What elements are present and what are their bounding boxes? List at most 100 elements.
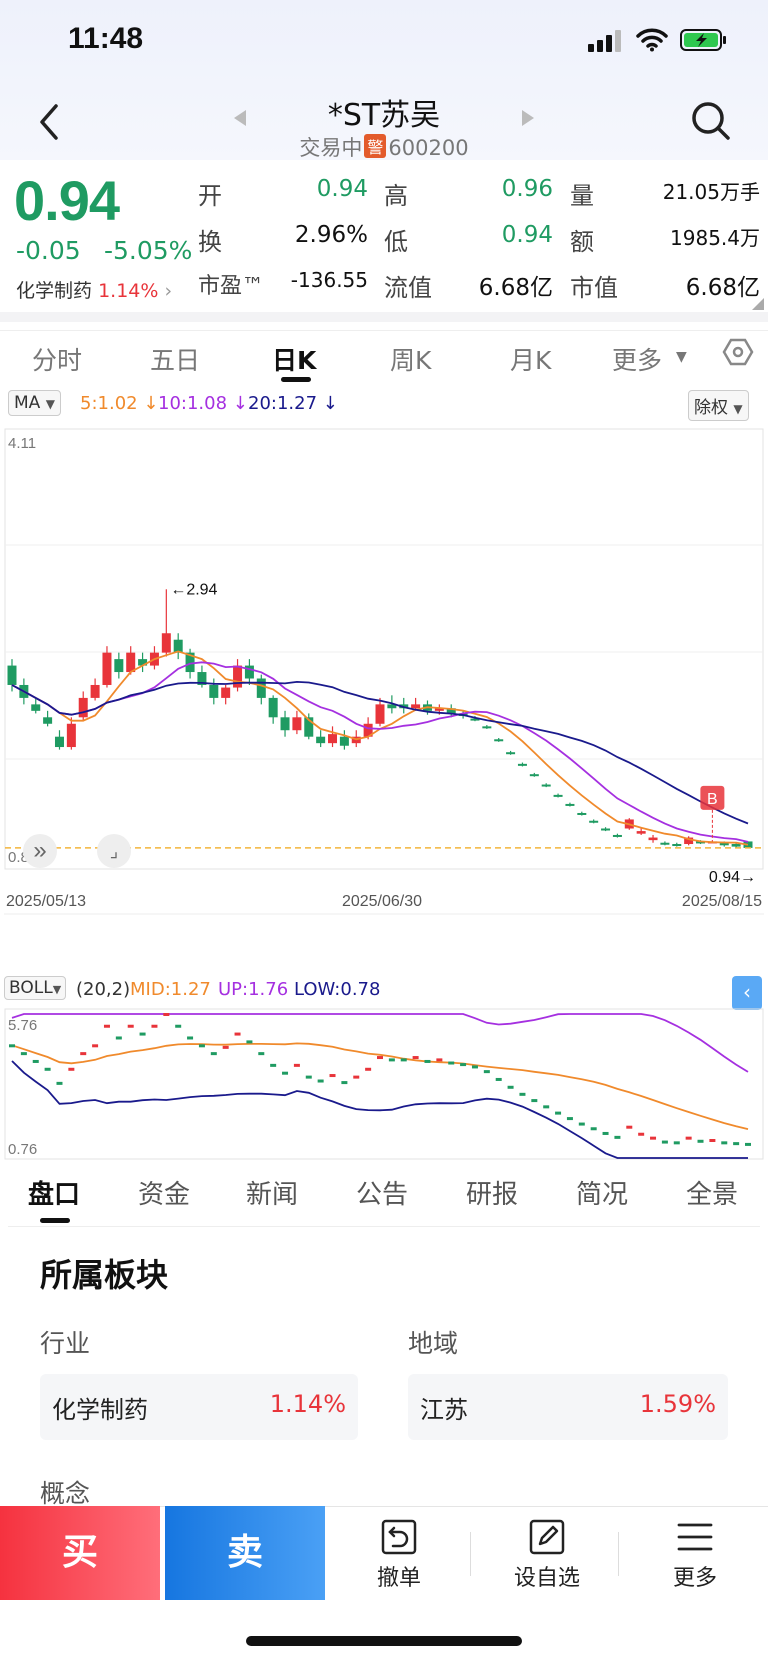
- boll-price-mark: [353, 1075, 360, 1079]
- quote-value: 1985.4万: [670, 226, 760, 250]
- candle-body: [31, 704, 41, 711]
- caret-down-icon: ▼: [45, 397, 55, 411]
- tab-sub-3[interactable]: 公告: [356, 1174, 408, 1211]
- boll-chart[interactable]: 5.76 0.76: [4, 1008, 764, 1160]
- trade-status: 交易中: [299, 136, 363, 160]
- settings-hexagon-icon[interactable]: [722, 336, 754, 368]
- candle-body: [161, 633, 171, 653]
- adjust-selector[interactable]: 除权 ▼: [688, 390, 749, 421]
- boll-price-mark: [471, 1065, 478, 1069]
- tab-kline-4[interactable]: 月K: [510, 341, 551, 377]
- back-arrow-icon[interactable]: [30, 100, 70, 144]
- edit-icon: [529, 1519, 565, 1555]
- region-label: 地域: [408, 1329, 459, 1358]
- boll-price-mark: [543, 1105, 550, 1109]
- boll-price-mark: [388, 1058, 395, 1062]
- expand-corner-icon[interactable]: [752, 298, 764, 310]
- tab-sub-5[interactable]: 简况: [576, 1174, 628, 1211]
- tab-sub-6[interactable]: 全景: [686, 1174, 738, 1211]
- buy-marker-label: B: [707, 791, 718, 808]
- region-card[interactable]: 江苏 1.59%: [408, 1374, 728, 1440]
- boll-price-mark: [555, 1111, 562, 1115]
- boll-price-mark: [590, 1127, 597, 1131]
- sector-link[interactable]: 化学制药 1.14% ›: [16, 276, 172, 303]
- tab-kline-3[interactable]: 周K: [390, 341, 431, 377]
- quote-label: 额: [570, 228, 594, 256]
- candle-body: [529, 774, 539, 777]
- tab-kline-1[interactable]: 五日: [150, 341, 200, 377]
- quote-label: 低: [384, 228, 408, 256]
- down-arrow-icon: ↓: [227, 393, 248, 414]
- candle-body: [648, 837, 658, 841]
- boll-price-mark: [697, 1139, 704, 1143]
- quote-value: 6.68亿: [478, 275, 553, 301]
- boll-price-mark: [341, 1081, 348, 1085]
- quote-label: 开: [198, 182, 222, 210]
- boll-price-mark: [495, 1077, 502, 1081]
- boll-price-mark: [20, 1052, 27, 1056]
- ma-selector[interactable]: MA ▼: [8, 390, 61, 416]
- quote-value: 6.68亿: [685, 275, 760, 301]
- divider: [470, 1532, 471, 1576]
- cancel-order-button[interactable]: 撤单: [344, 1518, 454, 1592]
- tab-sub-1[interactable]: 资金: [138, 1174, 190, 1211]
- tab-sub-2[interactable]: 新闻: [246, 1174, 298, 1211]
- sector-name: 化学制药: [16, 280, 93, 302]
- boll-price-mark: [32, 1059, 39, 1063]
- chart-frame: [4, 1008, 764, 1160]
- buy-button[interactable]: 买: [0, 1506, 160, 1600]
- boll-price-mark: [56, 1081, 63, 1085]
- boll-price-mark: [614, 1135, 621, 1139]
- ma5-value: 5:1.02 ↓: [80, 393, 159, 414]
- tab-kline-2[interactable]: 日K: [272, 341, 316, 377]
- tab-sub-0[interactable]: 盘口: [28, 1174, 80, 1211]
- candle-body: [328, 734, 338, 744]
- ma5-line: [11, 650, 749, 846]
- divider: [0, 312, 768, 322]
- candle-body: [126, 652, 136, 673]
- boll-price-mark: [222, 1045, 229, 1049]
- candle-body: [731, 844, 741, 847]
- boll-price-mark: [626, 1125, 633, 1129]
- chart-frame: [4, 428, 764, 870]
- search-icon[interactable]: [690, 100, 732, 142]
- boll-price-mark: [305, 1075, 312, 1079]
- tab-kline-5[interactable]: 更多: [612, 341, 662, 377]
- kline-tabs: 分时 五日 日K 周K 月K 更多 ▼: [0, 330, 768, 386]
- price-change-pct: -5.05%: [104, 236, 193, 265]
- boll-selector[interactable]: BOLL▼: [4, 976, 67, 1000]
- candle-body: [7, 665, 17, 685]
- boll-price-mark: [448, 1061, 455, 1065]
- caret-down-icon: ▼: [676, 349, 687, 365]
- boll-price-mark: [507, 1085, 514, 1089]
- industry-card[interactable]: 化学制药 1.14%: [40, 1374, 358, 1440]
- boll-price-mark: [650, 1136, 657, 1140]
- more-button[interactable]: 更多: [640, 1518, 750, 1592]
- boll-price-mark: [210, 1052, 217, 1056]
- boll-price-mark: [234, 1032, 241, 1036]
- sell-button[interactable]: 卖: [165, 1506, 325, 1600]
- candle-body: [601, 828, 611, 831]
- candle-body: [565, 803, 575, 806]
- boll-price-mark: [745, 1142, 751, 1146]
- divider: [8, 1226, 760, 1227]
- boll-price-mark: [483, 1070, 490, 1074]
- candle-body: [209, 684, 219, 698]
- ma-indicator-row: MA ▼ 5:1.02 ↓ 10:1.08 ↓ 20:1.27 ↓ 除权 ▼: [8, 390, 760, 421]
- high-annotation: ←2.94: [170, 581, 217, 598]
- candle-body: [66, 723, 76, 748]
- kline-chart[interactable]: 4.110.80←2.940.94→B» ⌟2025/05/13 2025/06/3…: [4, 428, 764, 938]
- last-annotation: 0.94→: [709, 869, 756, 886]
- warning-badge: 警: [364, 134, 387, 158]
- fullscreen-icon: ⌟: [110, 841, 118, 861]
- candle-body: [636, 831, 646, 834]
- candle-body: [256, 678, 266, 698]
- tab-sub-4[interactable]: 研报: [466, 1174, 518, 1211]
- caret-down-icon: ▼: [733, 402, 743, 416]
- boll-price-mark: [329, 1074, 336, 1078]
- candle-body: [482, 726, 492, 729]
- collapse-panel-button[interactable]: ‹: [732, 976, 762, 1010]
- boll-price-mark: [578, 1122, 585, 1126]
- tab-kline-0[interactable]: 分时: [32, 341, 82, 377]
- add-watchlist-button[interactable]: 设自选: [492, 1518, 602, 1592]
